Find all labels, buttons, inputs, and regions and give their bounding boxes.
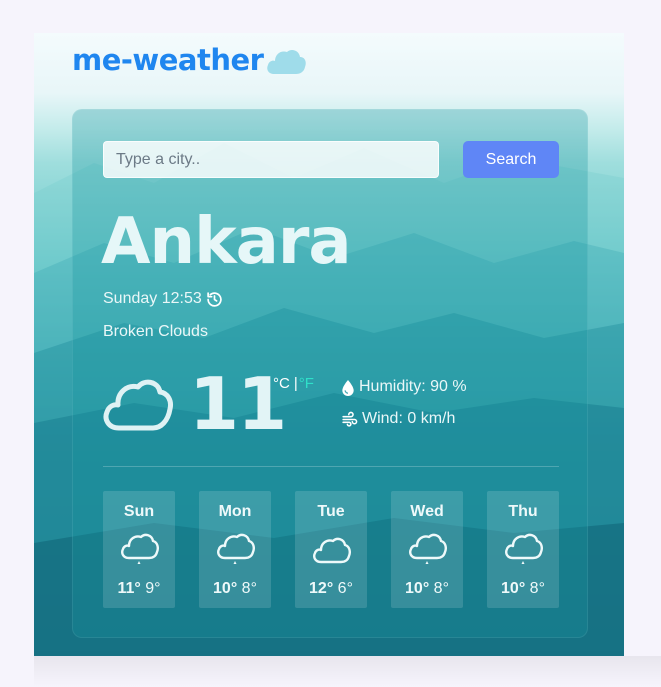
page-shadow bbox=[34, 656, 661, 687]
forecast-day-name: Mon bbox=[218, 503, 252, 520]
city-search-input[interactable] bbox=[103, 141, 439, 178]
cloud-rain-icon bbox=[409, 533, 447, 564]
divider bbox=[103, 466, 559, 467]
current-temperature: 11 bbox=[189, 362, 287, 446]
search-button[interactable]: Search bbox=[463, 141, 559, 178]
forecast-day: Wed 10° 8° bbox=[391, 491, 463, 608]
forecast-day-name: Sun bbox=[123, 503, 155, 520]
cloud-icon bbox=[313, 537, 351, 564]
forecast-max: 10° bbox=[405, 580, 430, 597]
forecast-min: 8° bbox=[529, 580, 545, 597]
forecast-max: 10° bbox=[501, 580, 526, 597]
weather-card: Search Ankara Sunday 12:53 Broken Clouds… bbox=[72, 109, 588, 638]
cloud-rain-icon bbox=[121, 533, 159, 564]
cloud-rain-icon bbox=[505, 533, 543, 564]
forecast-temps: 10° 8° bbox=[487, 580, 559, 598]
forecast-max: 11° bbox=[117, 580, 141, 597]
forecast-max: 10° bbox=[213, 580, 238, 597]
wind-text: Wind: 0 km/h bbox=[362, 410, 456, 427]
forecast-temps: 10° 8° bbox=[199, 580, 271, 598]
brand-logo[interactable]: me-weather bbox=[72, 43, 307, 77]
forecast-day-name: Thu bbox=[508, 503, 538, 520]
wind-icon bbox=[342, 411, 358, 427]
weather-description: Broken Clouds bbox=[103, 323, 208, 340]
forecast-temps: 11° 9° bbox=[103, 580, 175, 598]
forecast-max: 12° bbox=[309, 580, 334, 597]
forecast-temps: 12° 6° bbox=[295, 580, 367, 598]
cloud-rain-icon bbox=[217, 533, 255, 564]
forecast-day-name: Wed bbox=[410, 503, 444, 520]
unit-separator: | bbox=[293, 375, 298, 392]
forecast-min: 6° bbox=[337, 580, 353, 597]
unit-celsius[interactable]: °C bbox=[273, 375, 290, 392]
forecast-min: 8° bbox=[433, 580, 449, 597]
humidity-info: Humidity: 90 % bbox=[341, 378, 467, 396]
brand-name: me-weather bbox=[72, 43, 264, 77]
brand-cloud-icon bbox=[267, 49, 307, 74]
app-window: me-weather Search Ankara Sunday 12:53 Br… bbox=[34, 33, 624, 656]
current-datetime: Sunday 12:53 bbox=[103, 290, 223, 308]
history-icon[interactable] bbox=[206, 291, 223, 308]
forecast-list: Sun 11° 9° Mon 10° 8° Tue 12° 6° Wed 10°… bbox=[103, 491, 559, 608]
forecast-min: 9° bbox=[145, 580, 161, 597]
forecast-temps: 10° 8° bbox=[391, 580, 463, 598]
city-name: Ankara bbox=[101, 205, 352, 279]
forecast-min: 8° bbox=[241, 580, 257, 597]
unit-fahrenheit[interactable]: °F bbox=[299, 375, 314, 392]
cloud-icon bbox=[103, 379, 173, 431]
forecast-day: Thu 10° 8° bbox=[487, 491, 559, 608]
forecast-day: Mon 10° 8° bbox=[199, 491, 271, 608]
forecast-day: Tue 12° 6° bbox=[295, 491, 367, 608]
unit-toggle: °C | °F bbox=[273, 375, 314, 392]
forecast-day: Sun 11° 9° bbox=[103, 491, 175, 608]
wind-info: Wind: 0 km/h bbox=[341, 410, 455, 428]
humidity-text: Humidity: 90 % bbox=[359, 378, 467, 395]
datetime-text: Sunday 12:53 bbox=[103, 290, 202, 307]
forecast-day-name: Tue bbox=[317, 503, 345, 520]
droplet-icon bbox=[342, 379, 354, 396]
